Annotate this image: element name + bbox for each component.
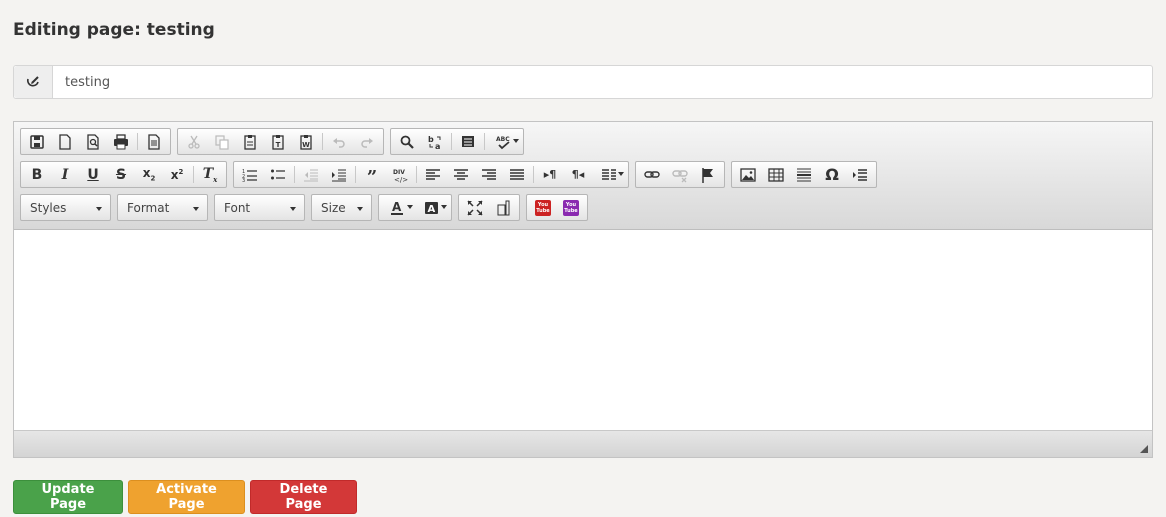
image-icon[interactable] <box>734 163 762 186</box>
svg-text:a: a <box>435 142 440 150</box>
delete-page-button[interactable]: Delete Page <box>250 480 357 514</box>
svg-text:DIV: DIV <box>393 169 405 176</box>
svg-text:</>: </> <box>394 176 408 183</box>
editing-group: ba ABC <box>390 128 524 155</box>
bg-color-icon[interactable]: A <box>415 196 449 219</box>
cut-icon[interactable] <box>180 130 208 153</box>
spellcheck-icon[interactable]: ABC <box>487 130 521 153</box>
svg-text:W: W <box>302 141 310 149</box>
editor-status-bar <box>14 430 1152 457</box>
styles-label: Styles <box>30 200 67 215</box>
horizontal-rule-icon[interactable] <box>790 163 818 186</box>
activate-page-button[interactable]: Activate Page <box>128 480 245 514</box>
undo-icon[interactable] <box>325 130 353 153</box>
bulleted-list-icon[interactable] <box>264 163 292 186</box>
insert-group: Ω <box>731 161 877 188</box>
page-break-icon[interactable] <box>846 163 874 186</box>
rich-text-editor: T W ba ABC B I U S x2 x2 Tx 1 2 3 ” DIV … <box>13 121 1153 458</box>
clipboard-group: T W <box>177 128 384 155</box>
bold-icon[interactable]: B <box>23 163 51 186</box>
colors-group: A A <box>378 194 452 221</box>
document-group <box>20 128 171 155</box>
underline-icon[interactable]: U <box>79 163 107 186</box>
youtube-alt-icon[interactable]: You Tube <box>557 196 585 219</box>
strike-icon[interactable]: S <box>107 163 135 186</box>
maximize-icon[interactable] <box>461 196 489 219</box>
align-left-icon[interactable] <box>419 163 447 186</box>
select-all-icon[interactable] <box>454 130 482 153</box>
svg-text:3: 3 <box>242 178 245 183</box>
font-dropdown[interactable]: Font <box>214 194 305 221</box>
size-dropdown[interactable]: Size <box>311 194 372 221</box>
align-right-icon[interactable] <box>475 163 503 186</box>
paste-word-icon[interactable]: W <box>292 130 320 153</box>
div-icon[interactable]: DIV </> <box>386 163 414 186</box>
title-field-group <box>13 65 1153 99</box>
svg-text:A: A <box>392 200 402 214</box>
page-title: Editing page: testing <box>13 20 215 40</box>
youtube-icon[interactable]: You Tube <box>529 196 557 219</box>
table-icon[interactable] <box>762 163 790 186</box>
text-color-icon[interactable]: A <box>381 196 415 219</box>
remove-format-icon[interactable]: Tx <box>196 163 224 186</box>
update-page-button[interactable]: Update Page <box>13 480 123 514</box>
page-title-input[interactable] <box>53 66 1152 98</box>
print-icon[interactable] <box>107 130 135 153</box>
basic-styles-group: B I U S x2 x2 Tx <box>20 161 227 188</box>
numbered-list-icon[interactable]: 123 <box>236 163 264 186</box>
size-label: Size <box>321 200 346 215</box>
editor-content[interactable] <box>14 230 1152 430</box>
blockquote-icon[interactable]: ” <box>358 163 386 186</box>
font-label: Font <box>224 200 251 215</box>
save-icon[interactable] <box>23 130 51 153</box>
find-icon[interactable] <box>393 130 421 153</box>
format-dropdown[interactable]: Format <box>117 194 208 221</box>
links-group <box>635 161 725 188</box>
align-center-icon[interactable] <box>447 163 475 186</box>
rtl-icon[interactable]: ¶◂ <box>564 163 592 186</box>
special-char-icon[interactable]: Ω <box>818 163 846 186</box>
show-blocks-icon[interactable] <box>489 196 517 219</box>
editor-toolbar: T W ba ABC B I U S x2 x2 Tx 1 2 3 ” DIV … <box>14 122 1152 230</box>
new-page-icon[interactable] <box>51 130 79 153</box>
paste-icon[interactable] <box>236 130 264 153</box>
link-icon[interactable] <box>638 163 666 186</box>
subscript-icon[interactable]: x2 <box>135 163 163 186</box>
replace-icon[interactable]: ba <box>421 130 449 153</box>
copy-icon[interactable] <box>208 130 236 153</box>
outdent-icon[interactable] <box>297 163 325 186</box>
svg-text:A: A <box>428 204 436 215</box>
paragraph-group: 123 ” DIV </> ▸¶ ¶◂ <box>233 161 629 188</box>
page-actions: Update Page Activate Page Delete Page <box>13 480 357 514</box>
media-group: You Tube You Tube <box>526 194 588 221</box>
edit-icon <box>14 66 53 98</box>
justify-icon[interactable] <box>503 163 531 186</box>
styles-dropdown[interactable]: Styles <box>20 194 111 221</box>
svg-text:b: b <box>428 135 434 144</box>
paste-text-icon[interactable]: T <box>264 130 292 153</box>
unlink-icon[interactable] <box>666 163 694 186</box>
italic-icon[interactable]: I <box>51 163 79 186</box>
svg-text:T: T <box>276 141 281 149</box>
resize-grip-icon[interactable] <box>1140 445 1148 453</box>
preview-icon[interactable] <box>79 130 107 153</box>
language-icon[interactable] <box>592 163 626 186</box>
format-label: Format <box>127 200 170 215</box>
tools-group <box>458 194 520 221</box>
superscript-icon[interactable]: x2 <box>163 163 191 186</box>
ltr-icon[interactable]: ▸¶ <box>536 163 564 186</box>
indent-icon[interactable] <box>325 163 353 186</box>
templates-icon[interactable] <box>140 130 168 153</box>
anchor-icon[interactable] <box>694 163 722 186</box>
redo-icon[interactable] <box>353 130 381 153</box>
